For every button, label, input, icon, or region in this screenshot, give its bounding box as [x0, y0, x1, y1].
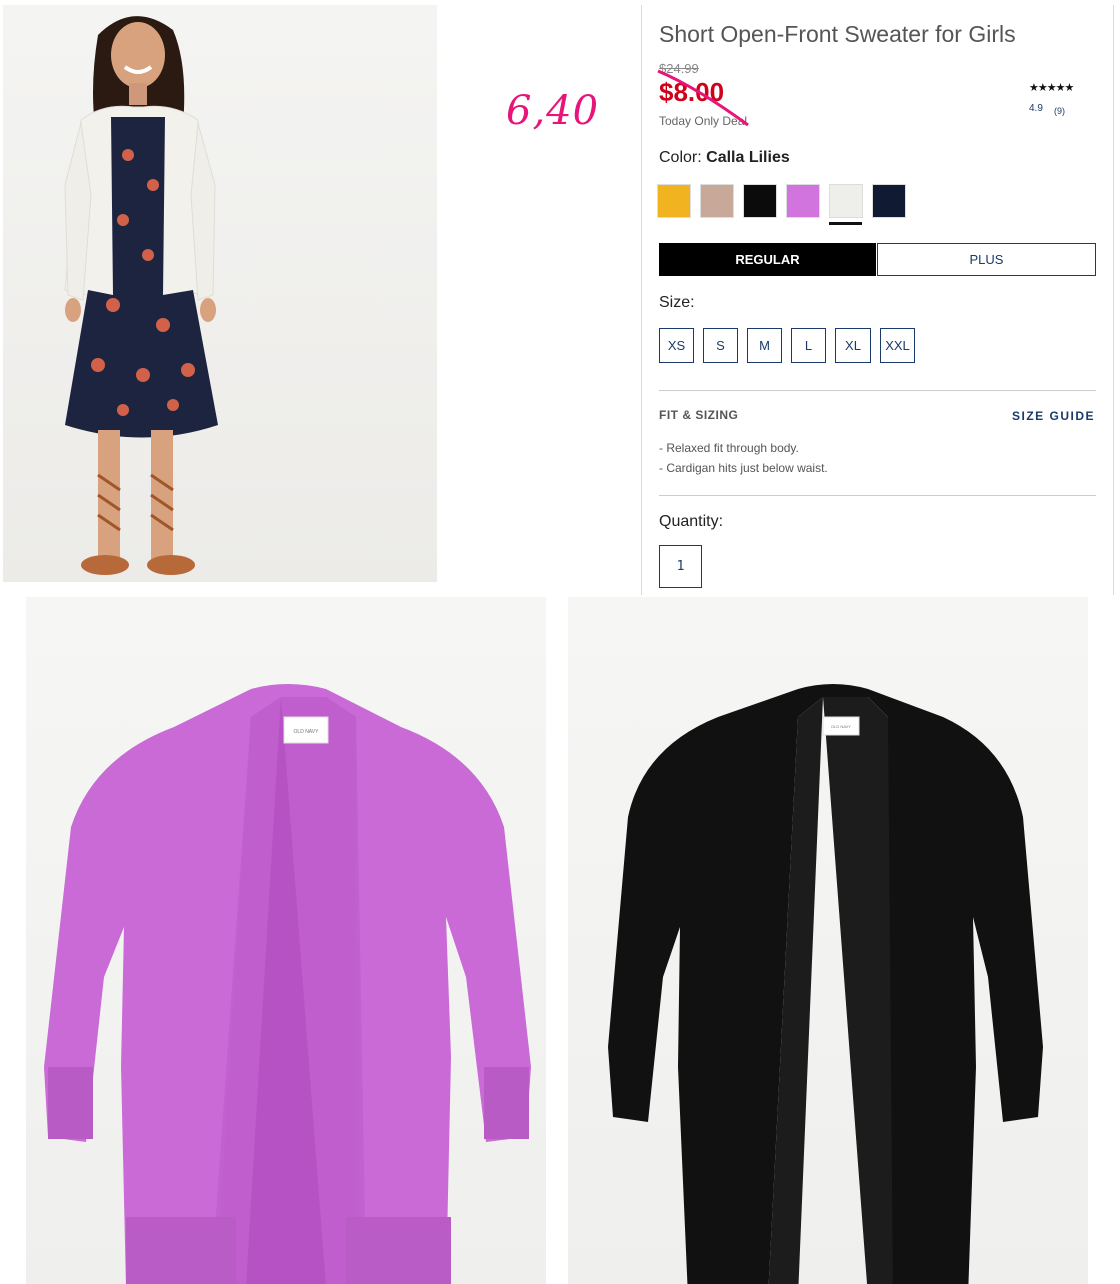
- handwritten-price-annotation: 6,40: [506, 88, 600, 134]
- size-guide-link[interactable]: SIZE GUIDE: [1012, 409, 1095, 423]
- size-xs-button[interactable]: XS: [659, 328, 694, 363]
- review-count-link[interactable]: (9): [1054, 106, 1065, 116]
- product-info-panel: Short Open-Front Sweater for Girls $24.9…: [641, 5, 1114, 595]
- black-cardigan-illustration: OLD NAVY: [608, 684, 1043, 1284]
- fit-plus-button[interactable]: PLUS: [877, 243, 1096, 276]
- fit-detail-item: - Cardigan hits just below waist.: [659, 461, 828, 475]
- color-swatch-purple[interactable]: [786, 184, 820, 218]
- size-label: Size:: [659, 294, 695, 311]
- selected-swatch-indicator: [829, 222, 862, 225]
- purple-cardigan-illustration: OLD NAVY: [44, 684, 531, 1284]
- color-label: Color: Calla Lilies: [659, 149, 790, 167]
- size-s-button[interactable]: S: [703, 328, 738, 363]
- garment-tag-text: OLD NAVY: [294, 729, 320, 735]
- rating-value: 4.9: [1029, 103, 1043, 114]
- product-photo-model[interactable]: [3, 5, 437, 582]
- quantity-input[interactable]: 1: [659, 545, 702, 588]
- color-swatch-white[interactable]: [829, 184, 863, 218]
- size-m-button[interactable]: M: [747, 328, 782, 363]
- fit-detail-item: - Relaxed fit through body.: [659, 441, 799, 455]
- product-photo-black[interactable]: OLD NAVY: [568, 597, 1088, 1284]
- rating-stars[interactable]: ★★★★★: [1029, 81, 1074, 94]
- color-swatch-beige[interactable]: [700, 184, 734, 218]
- model-illustration: [64, 16, 218, 575]
- color-swatch-yellow[interactable]: [657, 184, 691, 218]
- product-title: Short Open-Front Sweater for Girls: [659, 21, 1016, 47]
- garment-tag-text: OLD NAVY: [831, 724, 851, 729]
- color-label-prefix: Color:: [659, 149, 702, 166]
- selected-color-name: Calla Lilies: [706, 149, 790, 166]
- fit-regular-button[interactable]: REGULAR: [659, 243, 876, 276]
- product-photo-purple[interactable]: OLD NAVY: [26, 597, 546, 1284]
- size-l-button[interactable]: L: [791, 328, 826, 363]
- size-xl-button[interactable]: XL: [835, 328, 871, 363]
- color-swatch-navy[interactable]: [872, 184, 906, 218]
- price-strikethrough-mark: [657, 69, 749, 127]
- fit-sizing-heading: FIT & SIZING: [659, 408, 739, 422]
- divider: [659, 390, 1096, 391]
- quantity-label: Quantity:: [659, 513, 724, 530]
- divider: [659, 495, 1096, 496]
- color-swatch-black[interactable]: [743, 184, 777, 218]
- size-xxl-button[interactable]: XXL: [880, 328, 915, 363]
